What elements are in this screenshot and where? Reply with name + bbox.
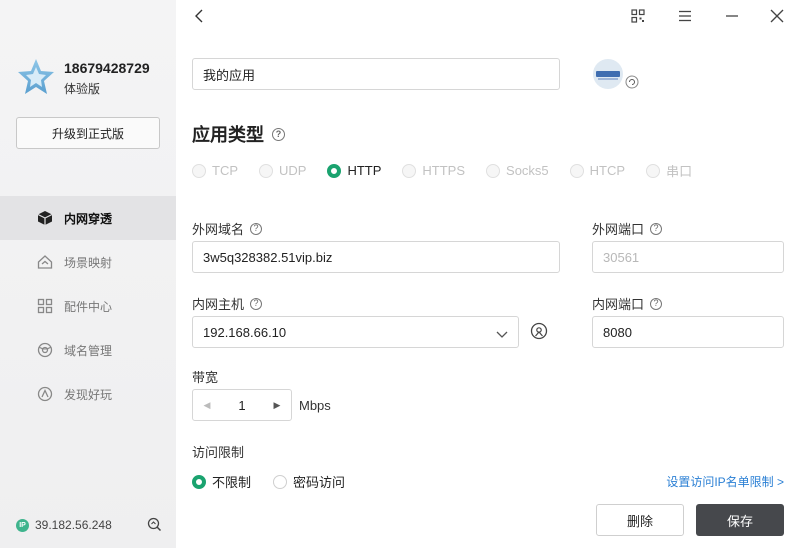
sidebar-item-label: 发现好玩 bbox=[64, 387, 113, 402]
radio-circle bbox=[486, 163, 501, 178]
ip-indicator: IP 39.182.56.248 bbox=[16, 518, 112, 532]
radio-circle bbox=[259, 163, 273, 178]
access-label: 访问限制 bbox=[192, 445, 245, 460]
grid-icon bbox=[36, 297, 54, 315]
delete-button[interactable]: 删除 bbox=[596, 504, 684, 536]
menu-icon[interactable] bbox=[677, 8, 693, 24]
access-radio-group: 不限制 密码访问 bbox=[192, 472, 367, 491]
radio-label: HTTP bbox=[347, 163, 382, 178]
qr-code-icon[interactable] bbox=[630, 8, 646, 24]
sidebar-item-label: 场景映射 bbox=[64, 255, 113, 270]
int-host-select[interactable]: 192.168.66.10 bbox=[192, 316, 519, 348]
house-icon bbox=[36, 253, 54, 271]
sidebar-nav: 内网穿透 场景映射 配件中心 域名管理 发现好玩 bbox=[0, 196, 176, 416]
radio-http[interactable]: HTTP bbox=[327, 163, 381, 178]
sidebar-item-accessories[interactable]: 配件中心 bbox=[0, 284, 176, 328]
radio-label: 不限制 bbox=[212, 475, 252, 490]
radio-socks5: Socks5 bbox=[486, 163, 549, 178]
ip-badge-icon: IP bbox=[16, 518, 29, 532]
int-port-label: 内网端口? bbox=[592, 294, 663, 313]
app-icon[interactable] bbox=[592, 58, 640, 97]
radio-https: HTTPS bbox=[402, 163, 465, 178]
save-button[interactable]: 保存 bbox=[696, 504, 784, 536]
radio-unrestricted[interactable]: 不限制 bbox=[192, 472, 251, 491]
sidebar-item-discover[interactable]: 发现好玩 bbox=[0, 372, 176, 416]
label-text: 外网端口 bbox=[592, 222, 645, 237]
radio-circle bbox=[646, 163, 661, 178]
label-text: 内网主机 bbox=[192, 297, 245, 312]
user-edition: 体验版 bbox=[64, 82, 101, 96]
label-text: 外网域名 bbox=[192, 222, 245, 237]
user-phone: 18679428729 bbox=[64, 60, 150, 76]
radio-label: UDP bbox=[279, 163, 307, 178]
bandwidth-value[interactable]: 1 bbox=[221, 398, 263, 413]
back-icon[interactable] bbox=[192, 8, 208, 29]
radio-label: TCP bbox=[212, 163, 238, 178]
int-host-value: 192.168.66.10 bbox=[203, 324, 287, 340]
app-type-title: 应用类型 ? bbox=[192, 121, 285, 147]
radio-label: HTCP bbox=[589, 163, 626, 178]
radio-circle bbox=[569, 163, 584, 178]
radio-circle bbox=[192, 474, 206, 489]
close-icon[interactable] bbox=[769, 8, 785, 24]
compass-icon bbox=[36, 385, 54, 403]
help-icon[interactable]: ? bbox=[250, 297, 263, 310]
radio-password[interactable]: 密码访问 bbox=[273, 472, 345, 491]
increment-arrow-icon[interactable]: ▶ bbox=[263, 400, 291, 411]
label-text: 内网端口 bbox=[592, 297, 645, 312]
app-name-input[interactable]: 我的应用 bbox=[192, 58, 560, 90]
help-icon[interactable]: ? bbox=[650, 222, 663, 235]
avatar[interactable] bbox=[17, 58, 55, 96]
ip-address: 39.182.56.248 bbox=[35, 518, 112, 532]
bandwidth-stepper: ◀ 1 ▶ bbox=[192, 389, 292, 421]
bandwidth-label: 带宽 bbox=[192, 370, 219, 385]
int-port-field[interactable]: 8080 bbox=[592, 316, 784, 348]
ext-port-label: 外网端口? bbox=[592, 219, 663, 238]
app-window: 18679428729 体验版 升级到正式版 内网穿透 场景映射 配件中心 域名… bbox=[0, 0, 800, 548]
help-icon[interactable]: ? bbox=[650, 297, 663, 310]
radio-udp: UDP bbox=[259, 163, 306, 178]
sidebar-item-domains[interactable]: 域名管理 bbox=[0, 328, 176, 372]
sidebar: 18679428729 体验版 升级到正式版 内网穿透 场景映射 配件中心 域名… bbox=[0, 0, 176, 548]
protocol-radio-group: TCP UDP HTTP HTTPS Socks5 HTCP 串口 bbox=[192, 161, 713, 180]
minimize-icon[interactable] bbox=[724, 8, 740, 24]
sidebar-item-label: 配件中心 bbox=[64, 299, 113, 314]
decrement-arrow-icon[interactable]: ◀ bbox=[193, 400, 221, 411]
chevron-down-icon bbox=[496, 327, 508, 342]
radio-label: Socks5 bbox=[506, 163, 549, 178]
sidebar-item-scene[interactable]: 场景映射 bbox=[0, 240, 176, 284]
cube-icon bbox=[36, 209, 54, 227]
ext-domain-field[interactable]: 3w5q328382.51vip.biz bbox=[192, 241, 560, 273]
int-host-label: 内网主机? bbox=[192, 294, 263, 313]
radio-circle bbox=[402, 163, 417, 178]
radio-circle bbox=[327, 163, 342, 178]
ip-whitelist-link[interactable]: 设置访问IP名单限制 > bbox=[666, 473, 784, 490]
radio-serial: 串口 bbox=[646, 161, 692, 180]
radio-label: 密码访问 bbox=[293, 475, 346, 490]
scan-device-icon[interactable] bbox=[530, 322, 548, 345]
radio-tcp: TCP bbox=[192, 163, 238, 178]
sidebar-item-label: 域名管理 bbox=[64, 343, 113, 358]
upgrade-button[interactable]: 升级到正式版 bbox=[16, 117, 160, 149]
radio-circle bbox=[273, 474, 288, 489]
radio-circle bbox=[192, 163, 206, 178]
ext-domain-label: 外网域名? bbox=[192, 219, 263, 238]
help-icon[interactable]: ? bbox=[250, 222, 263, 235]
radio-label: HTTPS bbox=[422, 163, 466, 178]
sidebar-item-label: 内网穿透 bbox=[64, 211, 113, 226]
radio-htcp: HTCP bbox=[569, 163, 626, 178]
app-type-title-text: 应用类型 bbox=[192, 125, 264, 145]
ext-port-field: 30561 bbox=[592, 241, 784, 273]
globe-icon bbox=[36, 341, 54, 359]
help-icon[interactable]: ? bbox=[272, 127, 285, 141]
sidebar-item-intranet[interactable]: 内网穿透 bbox=[0, 196, 176, 240]
bandwidth-unit: Mbps bbox=[299, 398, 331, 413]
radio-label: 串口 bbox=[666, 164, 693, 179]
search-refresh-icon[interactable] bbox=[147, 517, 162, 537]
